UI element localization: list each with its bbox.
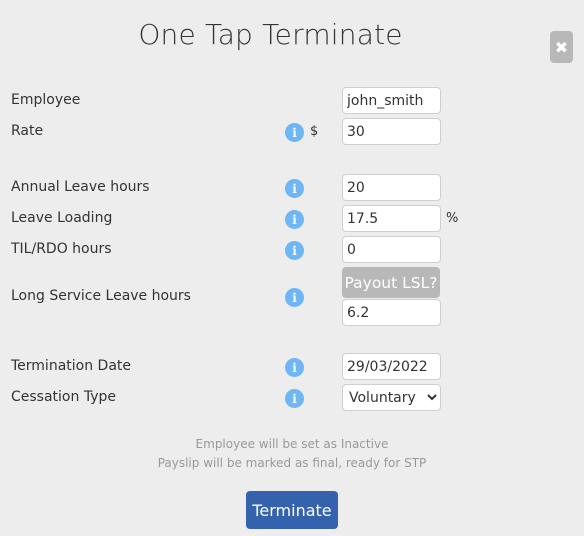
annual-leave-label: Annual Leave hours bbox=[11, 179, 150, 195]
cessation-type-label: Cessation Type bbox=[11, 389, 116, 405]
payslip-note: Payslip will be marked as final, ready f… bbox=[157, 456, 427, 470]
termination-date-label: Termination Date bbox=[11, 358, 132, 374]
annual-leave-info-icon[interactable]: i bbox=[285, 179, 304, 198]
close-icon: ✖ bbox=[554, 37, 569, 57]
annual-leave-field[interactable] bbox=[342, 174, 441, 201]
employee-label: Employee bbox=[11, 92, 81, 108]
cessation-type-info-icon[interactable]: i bbox=[285, 389, 304, 408]
rate-field[interactable] bbox=[342, 118, 441, 145]
close-button[interactable]: ✖ bbox=[550, 31, 573, 63]
leave-loading-field[interactable] bbox=[342, 205, 441, 232]
rate-label: Rate bbox=[11, 123, 44, 139]
rate-info-icon[interactable]: i bbox=[285, 123, 304, 142]
employee-field[interactable] bbox=[342, 87, 441, 114]
dialog-title: One Tap Terminate bbox=[138, 18, 403, 51]
leave-loading-label: Leave Loading bbox=[11, 210, 113, 226]
lsl-info-icon[interactable]: i bbox=[285, 288, 304, 307]
rate-currency-symbol: $ bbox=[310, 124, 319, 139]
til-rdo-field[interactable] bbox=[342, 236, 441, 263]
termination-date-field[interactable] bbox=[342, 353, 441, 380]
leave-loading-info-icon[interactable]: i bbox=[285, 210, 304, 229]
inactive-note: Employee will be set as Inactive bbox=[195, 437, 389, 451]
leave-loading-percent: % bbox=[446, 211, 459, 226]
terminate-button[interactable]: Terminate bbox=[246, 491, 338, 529]
payout-lsl-button[interactable]: Payout LSL? bbox=[342, 267, 440, 298]
lsl-field[interactable] bbox=[342, 299, 441, 326]
cessation-type-select[interactable]: Voluntary bbox=[342, 384, 441, 411]
termination-date-info-icon[interactable]: i bbox=[285, 358, 304, 377]
til-rdo-label: TIL/RDO hours bbox=[11, 241, 112, 257]
til-rdo-info-icon[interactable]: i bbox=[285, 241, 304, 260]
lsl-label: Long Service Leave hours bbox=[11, 288, 191, 304]
